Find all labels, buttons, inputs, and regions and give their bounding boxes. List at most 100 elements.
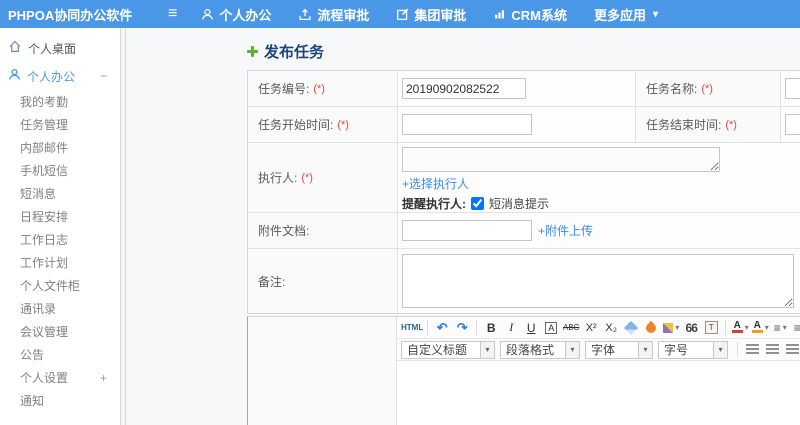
underline-button[interactable]: U xyxy=(521,318,541,337)
sidebar: 个人桌面 个人办公 − 我的考勤 任务管理 内部邮件 手机短信 短消息 日程安排… xyxy=(0,28,120,425)
sidebar-item-label: 个人办公 xyxy=(27,69,76,84)
boxed-a-icon: A xyxy=(545,321,558,334)
select-executor-link[interactable]: +选择执行人 xyxy=(402,175,469,192)
align-left-button[interactable] xyxy=(742,340,762,359)
nav-label: 个人办公 xyxy=(219,7,272,23)
sidebar-item-contacts[interactable]: 通讯录 xyxy=(0,297,120,320)
align-left-icon xyxy=(745,344,759,355)
end-time-field-cell xyxy=(781,107,800,143)
heading-select[interactable]: 自定义标题 ▾ xyxy=(401,340,495,359)
executor-textarea[interactable] xyxy=(402,147,720,172)
font-color-button[interactable]: A ▾ xyxy=(730,318,750,337)
task-no-input[interactable] xyxy=(402,78,526,99)
field-label: 执行人: xyxy=(258,171,298,185)
format-painter-icon xyxy=(663,322,674,333)
field-label: 任务编号: xyxy=(258,82,310,96)
paste-text-button[interactable]: T xyxy=(701,318,721,337)
task-no-label-cell: 任务编号: (*) xyxy=(248,71,398,107)
attachment-input[interactable] xyxy=(402,220,532,241)
start-time-input[interactable] xyxy=(402,114,532,135)
bold-button[interactable]: B xyxy=(481,318,501,337)
caret-down-icon: ▾ xyxy=(744,323,749,332)
align-center-icon xyxy=(765,344,779,355)
italic-button[interactable]: I xyxy=(501,318,521,337)
collapse-icon[interactable]: − xyxy=(100,69,107,83)
sidebar-item-work-log[interactable]: 工作日志 xyxy=(0,228,120,251)
sidebar-item-file-cabinet[interactable]: 个人文件柜 xyxy=(0,274,120,297)
editor-body[interactable] xyxy=(397,361,800,425)
remind-label: 提醒执行人: xyxy=(402,197,466,211)
select-value: 段落格式 xyxy=(506,343,555,357)
sidebar-item-task-management[interactable]: 任务管理 xyxy=(0,113,120,136)
brush-icon xyxy=(644,320,659,335)
superscript-button[interactable]: X² xyxy=(581,318,601,337)
menu-toggle-icon[interactable]: ≡ xyxy=(168,6,177,22)
sidebar-item-settings[interactable]: 个人设置 + xyxy=(0,366,120,389)
task-content-row: HTML ↶ ↷ B I U A ABC X² X₂ ▾ 66 T A ▾ A ▾ xyxy=(247,316,800,425)
highlight-color-button[interactable]: A ▾ xyxy=(750,318,770,337)
note-textarea[interactable] xyxy=(402,254,794,308)
caret-down-icon: ▾ xyxy=(782,323,787,332)
redo-button[interactable]: ↷ xyxy=(452,318,472,337)
ordered-list-icon: ≡ xyxy=(773,320,781,335)
user-icon xyxy=(8,68,21,84)
topbar: PHPOA协同办公软件 ≡ 个人办公 流程审批 集团审批 CRM系统 更多应用 … xyxy=(0,0,800,28)
task-name-input[interactable] xyxy=(785,78,800,99)
undo-button[interactable]: ↶ xyxy=(432,318,452,337)
nav-workflow-approval[interactable]: 流程审批 xyxy=(298,5,369,24)
subscript-button[interactable]: X₂ xyxy=(601,318,621,337)
start-time-label-cell: 任务开始时间: (*) xyxy=(248,107,398,143)
field-label: 备注: xyxy=(258,274,286,289)
sidebar-item-office[interactable]: 个人办公 − xyxy=(0,62,120,90)
paragraph-format-select[interactable]: 段落格式 ▾ xyxy=(500,340,580,359)
nav-crm-system[interactable]: CRM系统 xyxy=(493,5,567,24)
select-value: 自定义标题 xyxy=(407,343,468,357)
font-size-select[interactable]: 字号 ▾ xyxy=(658,340,728,359)
task-no-field-cell xyxy=(398,71,636,107)
font-style-button[interactable]: A xyxy=(541,318,561,337)
sidebar-item-short-message[interactable]: 短消息 xyxy=(0,182,120,205)
sidebar-item-schedule[interactable]: 日程安排 xyxy=(0,205,120,228)
sidebar-item-desktop[interactable]: 个人桌面 xyxy=(0,34,120,62)
executor-label-cell: 执行人: (*) xyxy=(248,143,398,213)
clear-format-button[interactable] xyxy=(641,318,661,337)
field-label: 任务开始时间: xyxy=(258,118,334,132)
eraser-button[interactable] xyxy=(621,318,641,337)
nav-personal-office[interactable]: 个人办公 xyxy=(201,5,271,24)
nav-more-apps[interactable]: 更多应用 ▾ xyxy=(594,5,658,24)
format-painter-button[interactable]: ▾ xyxy=(661,318,681,337)
rich-text-editor: HTML ↶ ↷ B I U A ABC X² X₂ ▾ 66 T A ▾ A ▾ xyxy=(397,317,800,425)
sidebar-item-work-plan[interactable]: 工作计划 xyxy=(0,251,120,274)
remind-line: 提醒执行人: 短消息提示 xyxy=(402,195,549,212)
edit-icon xyxy=(396,8,409,21)
nav-group-approval[interactable]: 集团审批 xyxy=(396,5,466,24)
attachment-label-cell: 附件文档: xyxy=(248,213,398,249)
sidebar-item-attendance[interactable]: 我的考勤 xyxy=(0,90,120,113)
strikethrough-button[interactable]: ABC xyxy=(561,318,581,337)
ordered-list-button[interactable]: ≡ ▾ xyxy=(770,318,790,337)
nav-label: 更多应用 xyxy=(594,7,647,23)
align-right-button[interactable] xyxy=(782,340,800,359)
required-mark: (*) xyxy=(725,118,737,131)
sidebar-item-meeting-management[interactable]: 会议管理 xyxy=(0,320,120,343)
required-mark: (*) xyxy=(301,171,313,184)
html-source-button[interactable]: HTML xyxy=(401,318,423,337)
task-form: 任务编号: (*) 任务名称: (*) 任务开始时间: (*) 任务结束时间: … xyxy=(247,70,800,314)
unordered-list-button[interactable]: ≡▾ xyxy=(790,318,800,337)
blockquote-button[interactable]: 66 xyxy=(681,318,701,337)
sidebar-item-internal-mail[interactable]: 内部邮件 xyxy=(0,136,120,159)
font-family-select[interactable]: 字体 ▾ xyxy=(585,340,653,359)
sms-remind-checkbox[interactable] xyxy=(471,197,484,210)
align-center-button[interactable] xyxy=(762,340,782,359)
page-title-bar: 发布任务 xyxy=(247,41,324,62)
caret-down-icon: ▾ xyxy=(764,323,769,332)
caret-down-icon: ▾ xyxy=(480,341,494,358)
sidebar-item-mobile-sms[interactable]: 手机短信 xyxy=(0,159,120,182)
attachment-upload-link[interactable]: +附件上传 xyxy=(538,222,593,239)
nav-label: 集团审批 xyxy=(414,7,467,23)
unordered-list-icon: ≡ xyxy=(793,320,800,335)
expand-icon[interactable]: + xyxy=(100,371,107,385)
sidebar-item-announcement[interactable]: 公告 xyxy=(0,343,120,366)
end-time-input[interactable] xyxy=(785,114,800,135)
sidebar-item-notice[interactable]: 通知 xyxy=(0,389,120,412)
